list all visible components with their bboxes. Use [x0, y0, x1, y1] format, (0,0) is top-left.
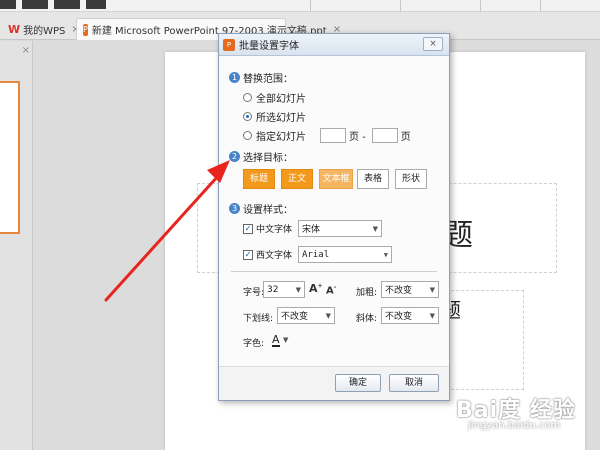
western-font-row: ✓ 西文字体 Arial ▼: [243, 246, 393, 263]
chinese-font-value: 宋体: [302, 225, 321, 235]
ribbon-separator: [310, 0, 311, 12]
radio-selected-slides[interactable]: 所选幻灯片: [243, 109, 306, 124]
radio-specified-slides[interactable]: 指定幻灯片 页 - 页: [243, 128, 411, 143]
ribbon-separator: [400, 0, 401, 12]
dropdown-arrow-icon: ▼: [429, 311, 435, 320]
slide-thumbnail-pane: ×: [0, 41, 33, 450]
target-body-button[interactable]: 正文: [281, 169, 313, 189]
checkbox-checked-icon[interactable]: ✓: [243, 249, 253, 260]
tab-my-wps-label: 我的WPS: [23, 25, 66, 37]
dialog-footer: 确定 取消: [219, 366, 449, 400]
section-set-style-label: 设置样式：: [243, 205, 293, 216]
dropdown-arrow-icon: ▼: [325, 311, 331, 320]
bold-select[interactable]: 不改变 ▼: [381, 281, 439, 298]
checkbox-checked-icon[interactable]: ✓: [243, 223, 253, 234]
ribbon-fragment: [0, 0, 16, 9]
radio-button-selected[interactable]: [243, 112, 252, 121]
underline-value: 不改变: [281, 312, 309, 322]
font-size-label: 字号:: [243, 288, 265, 298]
radio-all-slides-label: 全部幻灯片: [256, 94, 306, 105]
section-replace-range-label: 替换范围：: [243, 74, 293, 85]
underline-select[interactable]: 不改变 ▼: [277, 307, 335, 324]
section-select-target: 2 选择目标：: [229, 149, 293, 164]
step-number-badge: 1: [229, 72, 240, 83]
dropdown-arrow-icon: ▼: [429, 285, 435, 294]
section-set-style: 3 设置样式：: [229, 201, 293, 216]
target-shape-button[interactable]: 形状: [395, 169, 427, 189]
decrease-font-size-icon[interactable]: A-: [326, 284, 336, 296]
western-font-label: 西文字体: [256, 251, 293, 261]
radio-button[interactable]: [243, 93, 252, 102]
ribbon-separator: [480, 0, 481, 12]
ribbon-fragment: [86, 0, 106, 9]
font-size-value: 32: [267, 284, 279, 295]
step-number-badge: 2: [229, 151, 240, 162]
dialog-titlebar[interactable]: P 批量设置字体 ×: [219, 34, 449, 56]
target-textbox-button[interactable]: 文本框: [319, 169, 353, 189]
italic-select[interactable]: 不改变 ▼: [381, 307, 439, 324]
presentation-file-icon: P: [83, 23, 88, 36]
ok-button[interactable]: 确定: [335, 374, 381, 392]
cancel-button[interactable]: 取消: [389, 374, 439, 392]
ribbon-fragment: [54, 0, 80, 9]
chinese-font-label: 中文字体: [256, 225, 293, 235]
italic-value: 不改变: [385, 312, 413, 322]
radio-selected-slides-label: 所选幻灯片: [256, 113, 306, 124]
page-unit-label: 页: [400, 132, 411, 143]
bold-value: 不改变: [385, 286, 413, 296]
wps-logo-icon: W: [8, 22, 21, 36]
dropdown-arrow-icon: ▼: [295, 285, 301, 294]
ribbon-remnant: [0, 0, 600, 12]
page-to-input[interactable]: [371, 128, 398, 143]
slide-thumbnail[interactable]: [0, 81, 20, 234]
dialog-close-button[interactable]: ×: [423, 37, 443, 51]
bold-label: 加粗:: [356, 288, 378, 298]
section-replace-range: 1 替换范围：: [229, 70, 293, 85]
tab-my-wps[interactable]: W 我的WPS ×: [2, 18, 80, 40]
target-title-button[interactable]: 标题: [243, 169, 275, 189]
pane-close-icon[interactable]: ×: [22, 45, 30, 56]
font-color-label: 字色:: [243, 339, 265, 349]
western-font-value: Arial: [302, 249, 330, 260]
font-color-icon[interactable]: A: [272, 334, 280, 347]
increase-font-size-icon[interactable]: A+: [309, 282, 323, 295]
western-font-select[interactable]: Arial ▼: [298, 246, 393, 263]
italic-label: 斜体:: [356, 314, 378, 324]
font-size-select[interactable]: 32 ▼: [263, 281, 305, 298]
step-number-badge: 3: [229, 203, 240, 214]
dropdown-arrow-icon: ▼: [383, 250, 389, 259]
batch-font-dialog: P 批量设置字体 × 1 替换范围： 全部幻灯片 所选幻灯片 指定幻灯片 页 -…: [218, 33, 450, 401]
section-divider: [231, 271, 437, 272]
underline-label: 下划线:: [243, 314, 274, 324]
radio-button[interactable]: [243, 131, 252, 140]
dropdown-arrow-icon: ▼: [372, 224, 379, 233]
ribbon-fragment: [22, 0, 48, 9]
page-range-separator: 页 -: [349, 132, 366, 143]
chinese-font-select[interactable]: 宋体 ▼: [298, 220, 383, 237]
dialog-title: 批量设置字体: [239, 41, 299, 52]
ribbon-separator: [540, 0, 541, 12]
chinese-font-row: ✓ 中文字体 宋体 ▼: [243, 220, 383, 237]
target-table-button[interactable]: 表格: [357, 169, 389, 189]
section-select-target-label: 选择目标：: [243, 153, 293, 164]
page-from-input[interactable]: [320, 128, 346, 143]
dialog-app-icon: P: [223, 38, 235, 51]
radio-specified-slides-label: 指定幻灯片: [256, 132, 306, 143]
radio-all-slides[interactable]: 全部幻灯片: [243, 90, 306, 105]
dropdown-arrow-icon[interactable]: ▼: [283, 336, 288, 344]
watermark-url: jingyan.baidu.com: [468, 420, 561, 431]
